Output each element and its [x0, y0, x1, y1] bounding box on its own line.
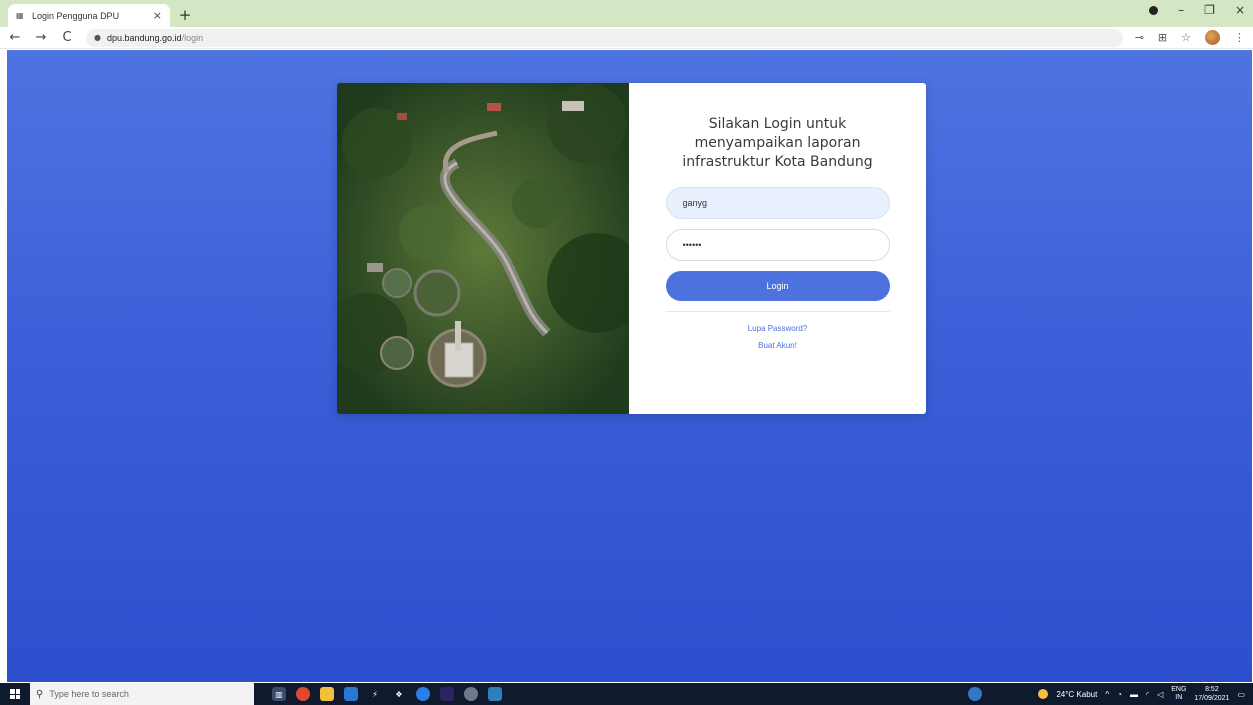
url-path: /login	[181, 32, 204, 43]
window-controls: – ❐ ×	[1149, 3, 1245, 17]
forgot-password-link[interactable]: Lupa Password?	[748, 324, 808, 333]
language-indicator[interactable]: ENG IN	[1171, 686, 1186, 702]
notification-icon[interactable]: ▭	[1237, 690, 1245, 699]
windows-taskbar: ⚲ Type here to search ▥ ⚡ ❖ 24°C Kabut ^…	[0, 683, 1253, 705]
photos-icon[interactable]	[488, 687, 502, 701]
clock[interactable]: 8:52 17/09/2021	[1194, 685, 1229, 703]
login-button[interactable]: Login	[665, 271, 890, 301]
profile-avatar[interactable]	[1205, 30, 1220, 45]
login-title: Silakan Login untuk menyampaikan laporan…	[682, 116, 873, 170]
premiere-icon[interactable]	[440, 687, 454, 701]
language-bottom: IN	[1175, 694, 1183, 701]
taskbar-apps: ▥ ⚡ ❖	[272, 687, 502, 701]
start-button[interactable]	[0, 683, 30, 705]
back-button[interactable]: ←	[8, 30, 22, 46]
tab-close-icon[interactable]: ×	[153, 9, 162, 22]
task-view-icon[interactable]: ▥	[272, 687, 286, 701]
password-input[interactable]	[665, 229, 890, 261]
network-icon[interactable]: ◔	[1117, 690, 1122, 699]
clock-time: 8:52	[1205, 686, 1219, 693]
aerial-photo	[337, 83, 629, 414]
search-placeholder: Type here to search	[49, 689, 129, 699]
weather-icon[interactable]	[1038, 689, 1049, 699]
form-divider	[665, 311, 890, 312]
browser-menu-icon[interactable]: ⋮	[1234, 31, 1245, 44]
username-input[interactable]	[665, 187, 890, 219]
key-icon[interactable]: ⊸	[1135, 31, 1144, 44]
language-top: ENG	[1171, 686, 1187, 693]
browser-tab[interactable]: ▦ Login Pengguna DPU ×	[8, 4, 170, 27]
login-form: Silakan Login untuk menyampaikan laporan…	[629, 83, 926, 414]
zoom-icon[interactable]	[416, 687, 430, 701]
browser-toolbar: ← → C ● dpu.bandung.go.id/login ⊸ ⊞ ☆ ⋮	[0, 27, 1253, 49]
translate-icon[interactable]: ⊞	[1158, 31, 1167, 44]
lightning-icon[interactable]: ⚡	[368, 687, 382, 701]
new-tab-button[interactable]: +	[174, 4, 196, 26]
login-card: Silakan Login untuk menyampaikan laporan…	[337, 83, 926, 414]
record-icon[interactable]	[1149, 5, 1159, 15]
active-chrome-icon[interactable]	[464, 687, 478, 701]
browser-tab-bar: ▦ Login Pengguna DPU × + – ❐ ×	[0, 0, 1253, 27]
system-tray: 24°C Kabut ^ ◔ ▬ ◜ ◁ ENG IN 8:52 17/09/2…	[968, 685, 1253, 703]
weather-text[interactable]: 24°C Kabut	[1056, 690, 1097, 699]
close-window-button[interactable]: ×	[1235, 3, 1245, 17]
toolbar-actions: ⊸ ⊞ ☆ ⋮	[1135, 30, 1245, 45]
dropbox-icon[interactable]: ❖	[392, 687, 406, 701]
restore-button[interactable]: ❐	[1204, 3, 1215, 17]
wifi-icon[interactable]: ◜	[1146, 690, 1149, 699]
windows-logo-icon	[10, 689, 20, 699]
taskbar-search[interactable]: ⚲ Type here to search	[30, 683, 254, 705]
minimize-button[interactable]: –	[1178, 3, 1184, 17]
chrome-icon[interactable]	[296, 687, 310, 701]
url-host: dpu.bandung.go.id	[106, 32, 182, 43]
file-explorer-icon[interactable]	[320, 687, 334, 701]
search-icon: ⚲	[36, 688, 44, 700]
bookmark-star-icon[interactable]: ☆	[1181, 31, 1191, 44]
forward-button[interactable]: →	[34, 30, 48, 46]
aerial-photo-illustration	[337, 83, 629, 414]
page-background: Silakan Login untuk menyampaikan laporan…	[7, 50, 1252, 682]
reload-button[interactable]: C	[60, 30, 74, 46]
url-text: dpu.bandung.go.id/login	[107, 33, 203, 43]
dpu-favicon-icon: ▦	[16, 10, 24, 20]
tray-overflow-icon[interactable]: ^	[1105, 690, 1109, 699]
help-icon[interactable]	[968, 687, 983, 701]
store-icon[interactable]	[344, 687, 358, 701]
create-account-link[interactable]: Buat Akun!	[758, 341, 797, 350]
clock-date: 17/09/2021	[1194, 695, 1230, 702]
lock-icon[interactable]: ●	[94, 33, 101, 42]
tab-title: Login Pengguna DPU	[32, 10, 120, 21]
volume-icon[interactable]: ◁	[1157, 690, 1163, 699]
battery-icon[interactable]: ▬	[1130, 690, 1138, 699]
address-bar[interactable]: ● dpu.bandung.go.id/login	[86, 28, 1123, 47]
